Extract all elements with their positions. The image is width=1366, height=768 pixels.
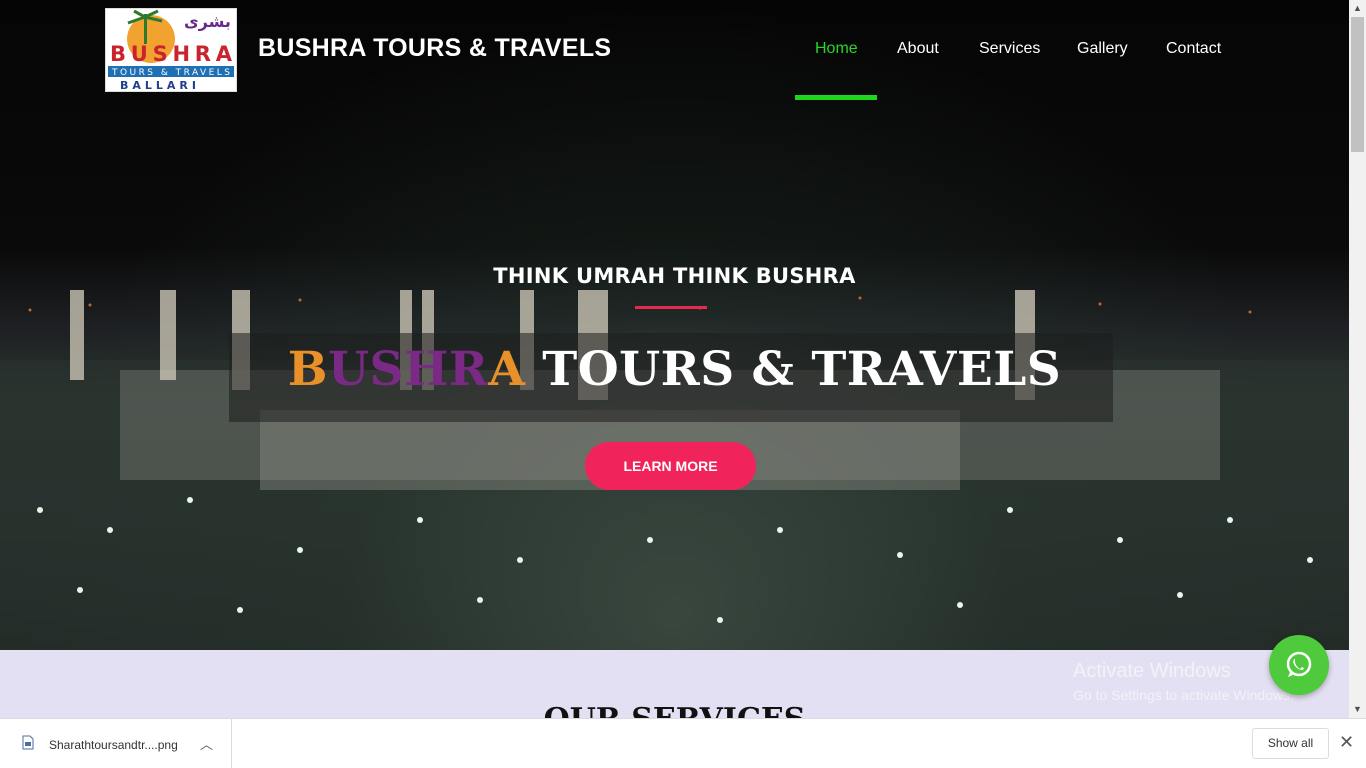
hero-tagline: THINK UMRAH THINK BUSHRA (493, 264, 856, 288)
watermark-line2: Go to Settings to activate Windows. (1073, 687, 1294, 703)
hero-title: BUSHRA TOURS & TRAVELS (0, 342, 1349, 397)
page: بشرى BUSHRA TOURS & TRAVELS BALLARI BUSH… (0, 0, 1349, 718)
logo-band-text: TOURS & TRAVELS (111, 68, 230, 78)
nav-about[interactable]: About (897, 40, 939, 58)
download-item[interactable]: Sharathtoursandtr....png ︿ (0, 719, 232, 768)
windows-activation-watermark: Activate Windows Go to Settings to activ… (1073, 660, 1294, 703)
nav-services[interactable]: Services (979, 40, 1040, 58)
tagline-divider (635, 306, 707, 309)
hero-title-ushr: USHR (328, 342, 489, 397)
nav-gallery[interactable]: Gallery (1077, 40, 1128, 58)
scroll-down-arrow-icon[interactable]: ▼ (1349, 701, 1366, 718)
nav-active-indicator (795, 95, 877, 100)
file-icon (22, 735, 34, 750)
hero-section: بشرى BUSHRA TOURS & TRAVELS BALLARI BUSH… (0, 0, 1349, 650)
whatsapp-button[interactable] (1269, 635, 1329, 695)
logo-arabic-text: بشرى (184, 12, 231, 31)
brand-logo[interactable]: بشرى BUSHRA TOURS & TRAVELS BALLARI (105, 8, 237, 92)
download-bar: Sharathtoursandtr....png ︿ Show all ✕ (0, 718, 1366, 768)
vertical-scrollbar[interactable]: ▲ ▼ (1349, 0, 1366, 718)
services-title: OUR SERVICES (0, 702, 1349, 718)
whatsapp-icon (1286, 651, 1312, 677)
watermark-line1: Activate Windows (1073, 660, 1231, 682)
hero-title-b: B (287, 342, 329, 397)
show-all-button[interactable]: Show all (1252, 728, 1329, 759)
logo-city-text: BALLARI (120, 79, 200, 91)
learn-more-button[interactable]: LEARN MORE (585, 442, 756, 490)
hero-title-rest: TOURS & TRAVELS (525, 342, 1062, 397)
scroll-up-arrow-icon[interactable]: ▲ (1349, 0, 1366, 17)
hero-title-a: A (488, 342, 526, 397)
scrollbar-thumb[interactable] (1351, 17, 1364, 152)
brand-name[interactable]: BUSHRA TOURS & TRAVELS (258, 34, 611, 63)
chevron-up-icon[interactable]: ︿ (200, 734, 213, 753)
download-file-name: Sharathtoursandtr....png (49, 738, 178, 752)
close-icon[interactable]: ✕ (1339, 732, 1354, 753)
nav-home[interactable]: Home (815, 40, 858, 58)
navbar: بشرى BUSHRA TOURS & TRAVELS BALLARI BUSH… (0, 0, 1349, 100)
nav-contact[interactable]: Contact (1166, 40, 1221, 58)
